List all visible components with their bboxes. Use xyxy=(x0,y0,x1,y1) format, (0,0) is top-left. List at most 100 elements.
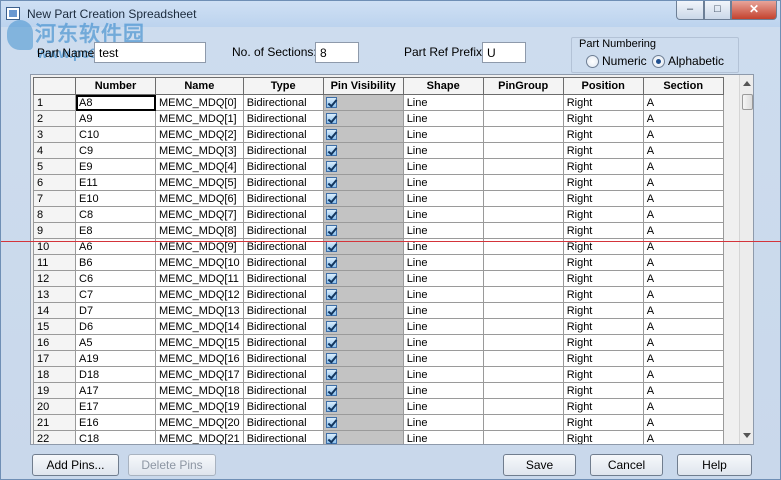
shape-cell[interactable]: Line xyxy=(402,254,484,271)
name-cell[interactable]: MEMC_MDQ[3] xyxy=(155,142,244,159)
visibility-checkbox[interactable] xyxy=(325,129,337,141)
visibility-cell[interactable] xyxy=(322,206,404,223)
visibility-checkbox[interactable] xyxy=(325,353,337,365)
name-cell[interactable]: MEMC_MDQ[11 xyxy=(155,270,244,287)
position-cell[interactable]: Right xyxy=(562,142,644,159)
number-cell[interactable]: C6 xyxy=(75,270,156,287)
position-cell[interactable]: Right xyxy=(562,334,644,351)
position-cell[interactable]: Right xyxy=(562,270,644,287)
pingroup-cell[interactable] xyxy=(482,174,564,191)
type-cell[interactable]: Bidirectional xyxy=(242,270,324,287)
number-cell[interactable]: E17 xyxy=(75,398,156,415)
type-cell[interactable]: Bidirectional xyxy=(242,110,324,127)
number-cell[interactable]: E16 xyxy=(75,414,156,431)
pingroup-cell[interactable] xyxy=(482,430,564,444)
pingroup-cell[interactable] xyxy=(482,206,564,223)
row-header[interactable]: 5 xyxy=(33,158,76,175)
visibility-checkbox[interactable] xyxy=(325,337,337,349)
column-header[interactable]: Section xyxy=(642,77,724,95)
name-cell[interactable]: MEMC_MDQ[4] xyxy=(155,158,244,175)
number-cell[interactable]: A5 xyxy=(75,334,156,351)
row-header[interactable]: 2 xyxy=(33,110,76,127)
visibility-checkbox[interactable] xyxy=(325,321,337,333)
close-button[interactable]: ✕ xyxy=(731,1,777,20)
visibility-cell[interactable] xyxy=(322,270,404,287)
pingroup-cell[interactable] xyxy=(482,382,564,399)
visibility-cell[interactable] xyxy=(322,414,404,431)
section-cell[interactable]: A xyxy=(642,430,724,444)
visibility-cell[interactable] xyxy=(322,158,404,175)
part-name-field[interactable]: test xyxy=(94,42,206,63)
section-cell[interactable]: A xyxy=(642,254,724,271)
type-cell[interactable]: Bidirectional xyxy=(242,302,324,319)
section-cell[interactable]: A xyxy=(642,222,724,239)
section-cell[interactable]: A xyxy=(642,286,724,303)
name-cell[interactable]: MEMC_MDQ[20 xyxy=(155,414,244,431)
shape-cell[interactable]: Line xyxy=(402,206,484,223)
type-cell[interactable]: Bidirectional xyxy=(242,350,324,367)
shape-cell[interactable]: Line xyxy=(402,126,484,143)
shape-cell[interactable]: Line xyxy=(402,158,484,175)
name-cell[interactable]: MEMC_MDQ[7] xyxy=(155,206,244,223)
shape-cell[interactable]: Line xyxy=(402,366,484,383)
help-button[interactable]: Help xyxy=(677,454,752,476)
maximize-button[interactable]: □ xyxy=(704,1,731,20)
position-cell[interactable]: Right xyxy=(562,286,644,303)
add-pins-button[interactable]: Add Pins... xyxy=(32,454,119,476)
visibility-checkbox[interactable] xyxy=(325,97,337,109)
type-cell[interactable]: Bidirectional xyxy=(242,222,324,239)
position-cell[interactable]: Right xyxy=(562,190,644,207)
section-cell[interactable]: A xyxy=(642,318,724,335)
pingroup-cell[interactable] xyxy=(482,222,564,239)
row-header[interactable]: 16 xyxy=(33,334,76,351)
position-cell[interactable]: Right xyxy=(562,254,644,271)
alphabetic-radio[interactable] xyxy=(652,55,665,68)
section-cell[interactable]: A xyxy=(642,206,724,223)
shape-cell[interactable]: Line xyxy=(402,270,484,287)
shape-cell[interactable]: Line xyxy=(402,318,484,335)
name-cell[interactable]: MEMC_MDQ[0] xyxy=(155,94,244,111)
section-cell[interactable]: A xyxy=(642,350,724,367)
name-cell[interactable]: MEMC_MDQ[5] xyxy=(155,174,244,191)
section-cell[interactable]: A xyxy=(642,174,724,191)
shape-cell[interactable]: Line xyxy=(402,142,484,159)
row-header[interactable]: 22 xyxy=(33,430,76,444)
pingroup-cell[interactable] xyxy=(482,334,564,351)
name-cell[interactable]: MEMC_MDQ[13 xyxy=(155,302,244,319)
column-header[interactable]: Pin Visibility xyxy=(322,77,404,95)
prefix-field[interactable]: U xyxy=(482,42,526,63)
column-header[interactable]: Type xyxy=(242,77,324,95)
number-cell[interactable]: D6 xyxy=(75,318,156,335)
position-cell[interactable]: Right xyxy=(562,318,644,335)
scroll-thumb[interactable] xyxy=(742,94,753,110)
visibility-checkbox[interactable] xyxy=(325,193,337,205)
position-cell[interactable]: Right xyxy=(562,222,644,239)
number-cell[interactable]: C18 xyxy=(75,430,156,444)
shape-cell[interactable]: Line xyxy=(402,302,484,319)
row-header[interactable]: 18 xyxy=(33,366,76,383)
shape-cell[interactable]: Line xyxy=(402,382,484,399)
row-header[interactable]: 15 xyxy=(33,318,76,335)
row-header[interactable]: 8 xyxy=(33,206,76,223)
position-cell[interactable]: Right xyxy=(562,302,644,319)
visibility-checkbox[interactable] xyxy=(325,433,337,444)
type-cell[interactable]: Bidirectional xyxy=(242,174,324,191)
shape-cell[interactable]: Line xyxy=(402,398,484,415)
visibility-cell[interactable] xyxy=(322,350,404,367)
name-cell[interactable]: MEMC_MDQ[1] xyxy=(155,110,244,127)
visibility-cell[interactable] xyxy=(322,398,404,415)
visibility-cell[interactable] xyxy=(322,302,404,319)
row-header[interactable]: 6 xyxy=(33,174,76,191)
type-cell[interactable]: Bidirectional xyxy=(242,254,324,271)
type-cell[interactable]: Bidirectional xyxy=(242,206,324,223)
scroll-up-icon[interactable] xyxy=(743,81,751,86)
type-cell[interactable]: Bidirectional xyxy=(242,430,324,444)
visibility-cell[interactable] xyxy=(322,94,404,111)
visibility-checkbox[interactable] xyxy=(325,385,337,397)
shape-cell[interactable]: Line xyxy=(402,110,484,127)
section-cell[interactable]: A xyxy=(642,302,724,319)
number-cell[interactable]: D7 xyxy=(75,302,156,319)
number-cell[interactable]: A17 xyxy=(75,382,156,399)
type-cell[interactable]: Bidirectional xyxy=(242,382,324,399)
visibility-checkbox[interactable] xyxy=(325,369,337,381)
